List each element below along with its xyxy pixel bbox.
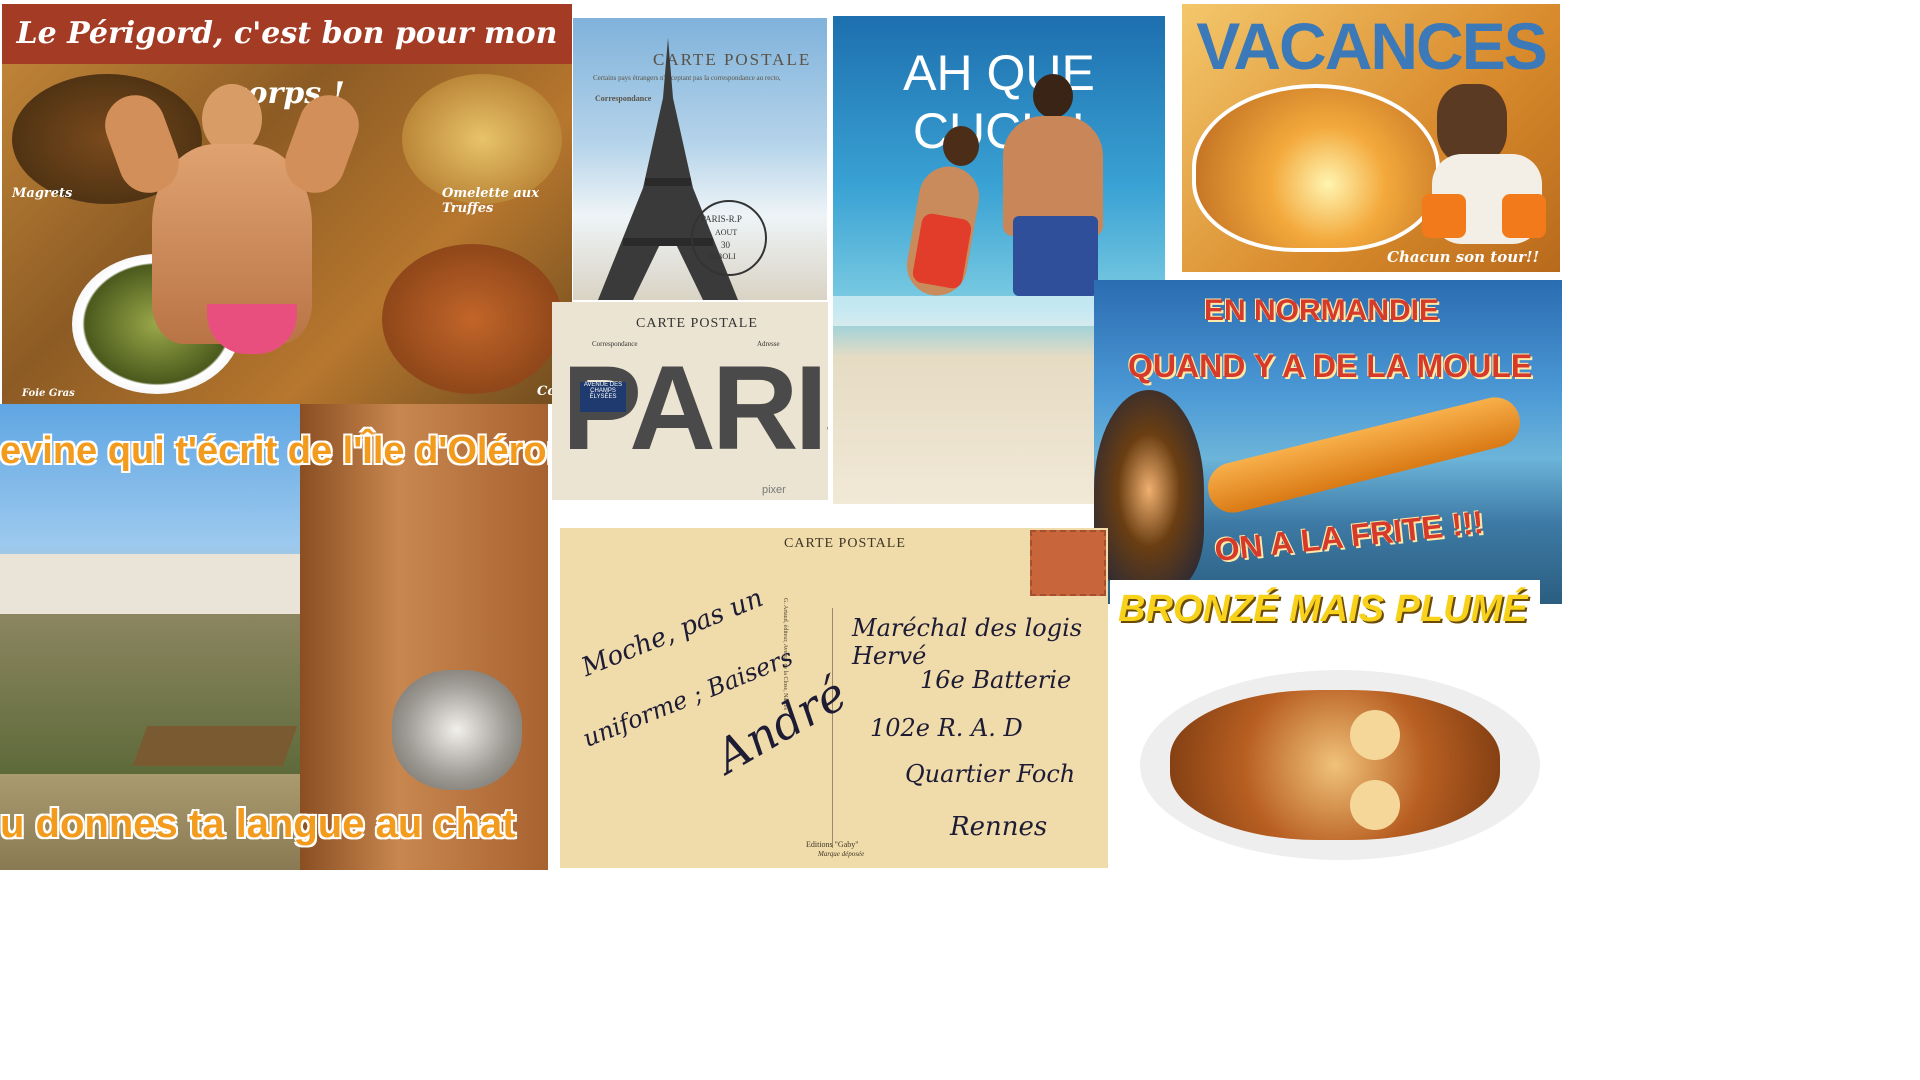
postcard-eiffel: CARTE POSTALE Certains pays étrangers n'… [573, 18, 827, 300]
paris-header: CARTE POSTALE [636, 316, 758, 331]
sunset-bubble [1192, 84, 1440, 252]
label-magrets: Magrets [12, 186, 73, 201]
french-fry [1202, 392, 1526, 518]
stamp [1030, 530, 1106, 596]
man-head [1033, 74, 1073, 118]
address-line3: 102e R. A. D [870, 714, 1023, 742]
edition-label: Editions "Gaby" [806, 840, 859, 849]
label-foie-gras: Foie Gras [22, 388, 75, 399]
oyster-barge [132, 726, 298, 766]
address-line5: Rennes [950, 812, 1048, 842]
bronze-title: BRONZÉ MAIS PLUMÉ [1118, 588, 1528, 630]
street-sign: AVENUE DES CHAMPS ÉLYSÉES [580, 382, 626, 412]
rennes-header: CARTE POSTALE [784, 536, 906, 551]
torso-photo [300, 404, 548, 870]
label-omelette: Omelette aux Truffes [442, 186, 539, 216]
woman-head [943, 126, 979, 166]
postmark: PARIS-R.P AOUT 30 RIBOLI [691, 200, 767, 276]
address-line2: 16e Batterie [920, 666, 1072, 694]
card-divider [832, 608, 833, 848]
postcard-oleron: evine qui t'écrit de l'Île d'Oléron u do… [0, 404, 548, 870]
oleron-top-text: evine qui t'écrit de l'Île d'Oléron [0, 430, 548, 472]
kitten-icon [392, 670, 522, 790]
cucu-title: AH QUE CUCU ! [903, 45, 1095, 159]
mussel-icon [1094, 390, 1204, 590]
right-armband [1502, 194, 1546, 238]
omelette-dish [402, 74, 562, 204]
mark-label: Marque déposée [818, 850, 865, 858]
normandie-line3: ON A LA FRITE !!! [1212, 503, 1486, 569]
postcard-perigord: Le Périgord, c'est bon pour mon corps ! … [2, 4, 572, 404]
postcard-bronze: BRONZÉ MAIS PLUMÉ [1110, 580, 1540, 874]
dog-head [1437, 84, 1507, 164]
normandie-line2: QUAND Y A DE LA MOULE [1128, 348, 1533, 384]
normandie-line1: EN NORMANDIE [1204, 294, 1440, 327]
tan-line-bottom [1350, 780, 1400, 830]
perigord-banner: Le Périgord, c'est bon pour mon corps ! [2, 4, 572, 111]
vacances-title: VACANCES [1196, 9, 1547, 83]
oleron-bottom-text: u donnes ta langue au chat [0, 802, 516, 846]
roast-chicken [1170, 690, 1500, 840]
blue-shorts [1013, 216, 1098, 296]
address-line4: Quartier Foch [905, 760, 1076, 788]
watermark: pixer [762, 484, 786, 496]
confit-dish [382, 244, 562, 394]
postcard-vacances: VACANCES Chacun son tour!! [1182, 4, 1560, 272]
tan-line-top [1350, 710, 1400, 760]
vacances-caption: Chacun son tour!! [1387, 248, 1540, 266]
postcard-paris: CARTE POSTALE Correspondance Adresse PAR… [552, 302, 828, 500]
left-armband [1422, 194, 1466, 238]
postcard-normandie: EN NORMANDIE QUAND Y A DE LA MOULE ON A … [1094, 280, 1562, 604]
postcard-rennes: CARTE POSTALE G. Artaud, éditeur, Avenue… [560, 528, 1108, 868]
address-line1: Maréchal des logis Hervé [852, 614, 1083, 670]
village-houses [0, 554, 300, 614]
